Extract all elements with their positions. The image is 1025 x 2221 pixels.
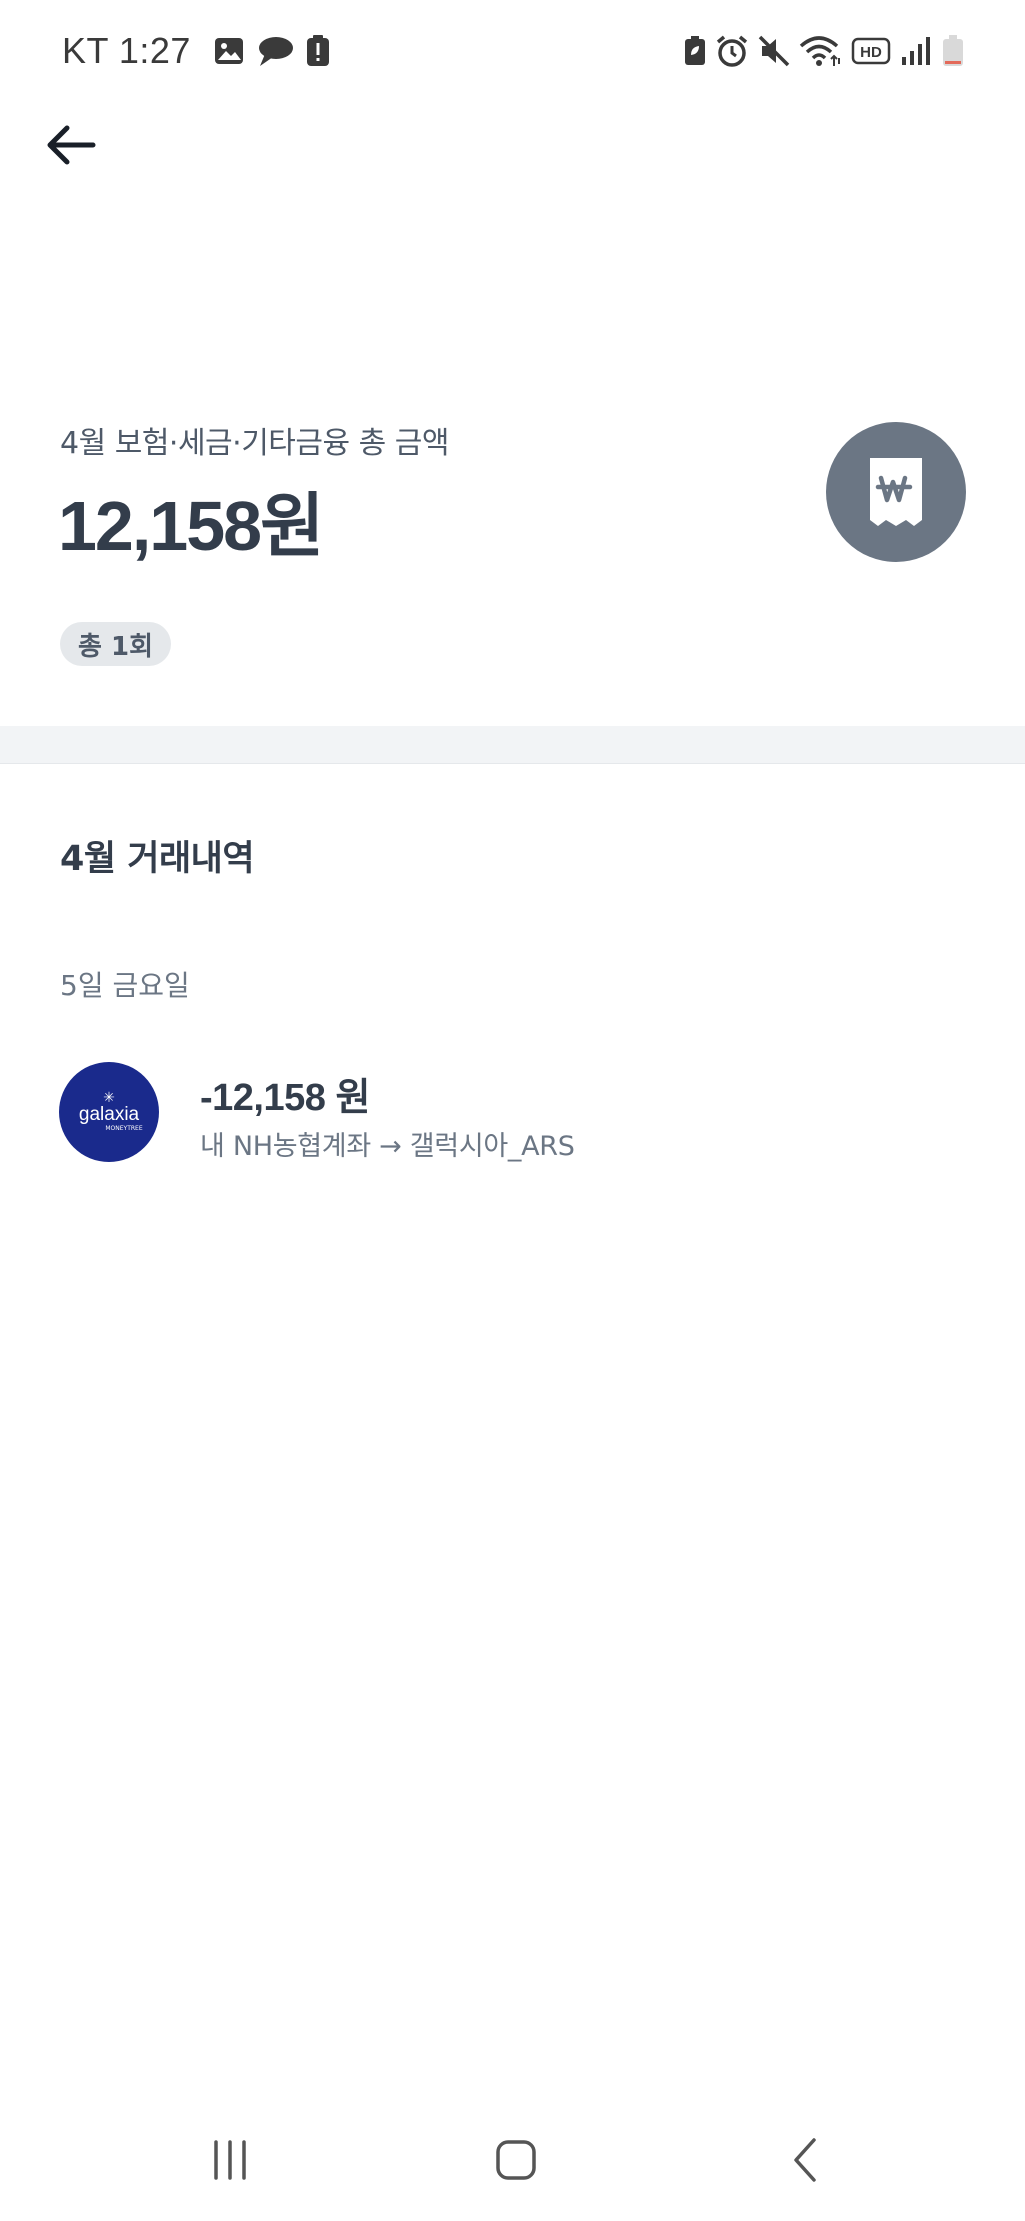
page: KT 1:27 HD 4월 보험·세금·기타금융 총 금액 12,158원 총 … <box>0 0 1025 2221</box>
nav-back-button[interactable] <box>756 2120 856 2200</box>
battery-saver-icon <box>683 35 707 67</box>
gallery-icon <box>213 35 245 67</box>
alarm-icon <box>715 34 749 68</box>
logo-star-icon: ✳ <box>103 1090 115 1106</box>
summary-total-amount: 12,158원 <box>58 487 325 565</box>
alert-icon <box>305 34 331 68</box>
status-left: KT 1:27 <box>62 26 331 76</box>
home-icon <box>496 2140 536 2180</box>
count-badge: 총 1회 <box>60 622 171 666</box>
status-bar: KT 1:27 HD <box>0 0 1025 100</box>
transaction-detail: 내 NH농협계좌 → 갤럭시아_ARS <box>200 1131 575 1162</box>
back-chevron-icon <box>794 2138 816 2182</box>
status-right: HD <box>683 28 965 74</box>
section-divider <box>0 726 1025 764</box>
navigation-bar <box>0 2120 1025 2200</box>
chat-bubble-icon <box>255 34 295 68</box>
signal-icon <box>899 35 933 67</box>
history-title: 4월 거래내역 <box>60 839 255 879</box>
back-button[interactable] <box>38 112 104 178</box>
arrow-left-icon <box>47 125 96 165</box>
battery-icon <box>941 34 965 68</box>
receipt-won-icon <box>870 458 922 526</box>
recents-button[interactable] <box>180 2120 280 2200</box>
status-time: KT 1:27 <box>62 30 191 71</box>
wifi-icon <box>799 34 843 68</box>
transaction-row[interactable]: ✳ galaxia MONEYTREE -12,158 원 내 NH농협계좌 →… <box>0 1052 1025 1172</box>
merchant-logo: ✳ galaxia MONEYTREE <box>59 1062 159 1162</box>
logo-text: galaxia <box>78 1104 140 1125</box>
logo-subtext: MONEYTREE <box>105 1125 143 1132</box>
hd-icon: HD <box>851 36 891 66</box>
transaction-amount: -12,158 원 <box>200 1077 370 1119</box>
receipt-circle <box>826 422 966 562</box>
recents-icon <box>214 2140 246 2180</box>
summary-label: 4월 보험·세금·기타금융 총 금액 <box>60 426 449 461</box>
date-header: 5일 금요일 <box>60 969 190 1002</box>
home-button[interactable] <box>466 2120 566 2200</box>
svg-text:HD: HD <box>860 44 882 61</box>
mute-icon <box>757 34 791 68</box>
